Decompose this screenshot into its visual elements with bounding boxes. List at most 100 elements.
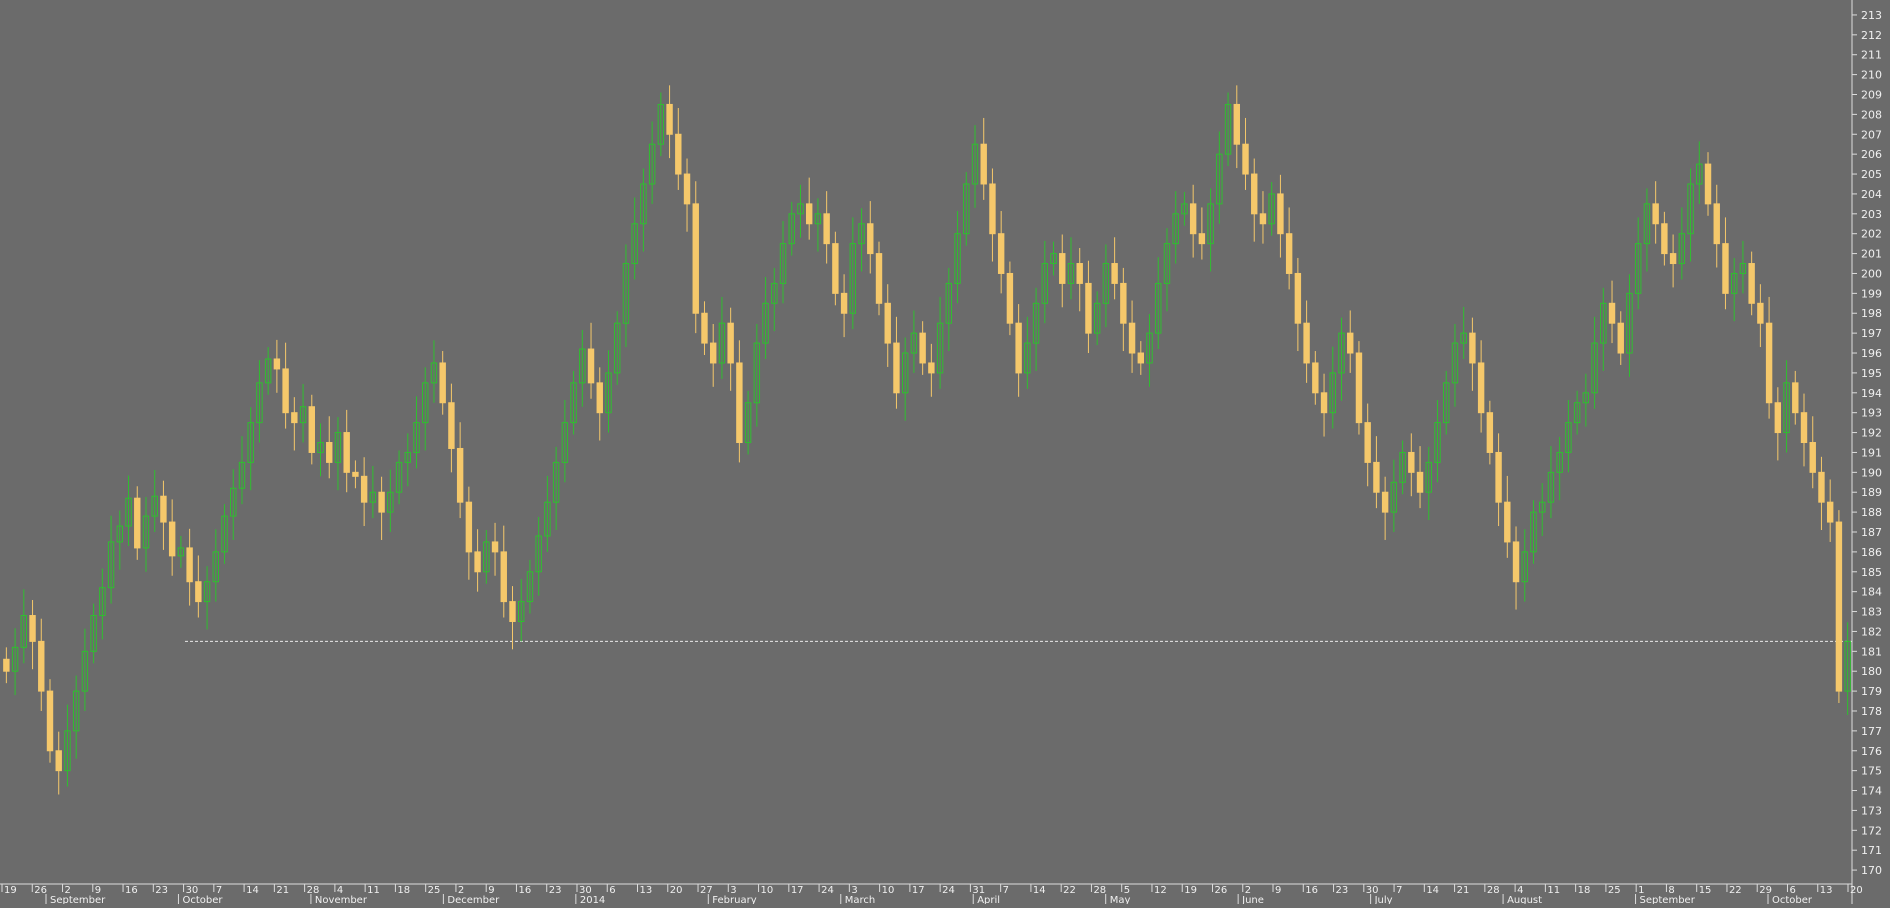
y-tick-label: 173 (1861, 804, 1882, 817)
y-tick-label: 180 (1861, 665, 1882, 678)
chart-canvas: 1701711721731741751761771781791801811821… (0, 0, 1890, 906)
candle-body-down (1704, 163, 1712, 205)
candle-body-down (168, 521, 176, 557)
candle-body-down (867, 223, 874, 255)
y-tick-label: 205 (1861, 168, 1882, 181)
y-tick-label: 193 (1861, 407, 1882, 420)
x-tick-label: 25 (1608, 885, 1621, 896)
candle-body-down (1835, 521, 1843, 692)
candle-body-down (308, 406, 315, 453)
month-label: December (447, 895, 500, 904)
candle-body-down (282, 368, 289, 414)
candle-body-down (491, 541, 499, 553)
candle-body-down (291, 412, 298, 424)
candle-body-down (980, 143, 987, 185)
month-label: July (1374, 895, 1393, 904)
candle-body-down (1495, 451, 1502, 503)
y-tick-label: 187 (1861, 526, 1882, 539)
y-tick-label: 172 (1861, 824, 1882, 837)
y-tick-label: 190 (1861, 466, 1882, 479)
x-tick-label: 19 (4, 885, 17, 896)
candle-body-down (1774, 402, 1782, 434)
candle-body-down (1617, 322, 1624, 354)
x-tick-label: 6 (609, 885, 615, 896)
candle-body-down (186, 547, 193, 583)
candle-body-down (928, 362, 935, 374)
candle-body-down (1713, 203, 1720, 245)
candle-body-down (1469, 332, 1476, 364)
candle-body-down (1477, 362, 1485, 414)
candle-body-down (343, 432, 350, 473)
x-tick-label: 11 (1547, 885, 1560, 896)
y-tick-label: 188 (1861, 506, 1882, 519)
candle-body-down (474, 551, 481, 573)
y-tick-label: 203 (1861, 208, 1882, 221)
x-tick-label: 18 (1578, 885, 1591, 896)
candle-body-down (55, 750, 62, 772)
x-tick-label: 23 (1336, 885, 1349, 896)
candle-body-down (352, 471, 359, 477)
y-tick-label: 186 (1861, 546, 1882, 559)
y-tick-label: 196 (1861, 347, 1882, 360)
candle-body-down (1347, 332, 1354, 354)
candle-body-down (727, 322, 734, 364)
x-tick-label: 14 (1426, 885, 1439, 896)
candle-body-down (134, 497, 141, 549)
candle-body-down (1189, 203, 1197, 235)
x-tick-label: 24 (821, 885, 834, 896)
candle-body-down (1408, 451, 1415, 473)
y-tick-label: 184 (1861, 586, 1882, 599)
month-label: October (1772, 895, 1813, 904)
candle-body-down (1303, 322, 1310, 364)
candle-body-down (1364, 422, 1371, 463)
candle-body-down (1312, 362, 1319, 394)
month-label: September (1640, 895, 1696, 904)
x-tick-label: 21 (276, 885, 289, 896)
x-tick-label: 13 (640, 885, 653, 896)
x-tick-label: 13 (1820, 885, 1833, 896)
x-tick-label: 17 (912, 885, 925, 896)
y-tick-label: 189 (1861, 486, 1882, 499)
candle-body-down (1818, 471, 1825, 503)
y-tick-label: 179 (1861, 685, 1882, 698)
month-label: October (182, 895, 223, 904)
candlestick-chart: 170 171 172 173 174 175 176 177 178 179 180 181 182 1… (0, 0, 1890, 906)
x-tick-label: 7 (1003, 885, 1009, 896)
y-tick-label: 204 (1861, 188, 1882, 201)
x-tick-label: 14 (1033, 885, 1046, 896)
candle-body-down (893, 342, 900, 394)
candle-body-down (884, 302, 891, 344)
month-label: June (1241, 895, 1264, 904)
x-tick-label: 14 (246, 885, 259, 896)
x-tick-label: 20 (670, 885, 683, 896)
y-tick-label: 183 (1861, 606, 1882, 619)
candle-body-down (448, 402, 455, 449)
candle-body-down (46, 690, 54, 752)
x-tick-label: 12 (1154, 885, 1167, 896)
candle-body-down (989, 183, 996, 235)
x-tick-label: 26 (34, 885, 47, 896)
y-tick-label: 210 (1861, 69, 1882, 82)
candle-body-down (709, 342, 717, 364)
y-tick-label: 211 (1861, 49, 1882, 62)
candle-body-down (1652, 203, 1659, 225)
candle-body-down (1242, 143, 1249, 175)
x-tick-label: 10 (761, 885, 774, 896)
month-label: September (50, 895, 106, 904)
candle-body-down (1748, 263, 1755, 304)
candle-body-down (1233, 103, 1240, 145)
candle-body-down (1355, 352, 1363, 424)
y-tick-label: 197 (1861, 327, 1882, 340)
candle-body-down (1381, 491, 1389, 513)
y-tick-label: 195 (1861, 367, 1882, 380)
y-tick-label: 170 (1861, 864, 1882, 877)
candle-body-down (509, 601, 516, 622)
candle-body-down (1826, 501, 1834, 523)
x-tick-label: 18 (397, 885, 410, 896)
y-tick-label: 191 (1861, 446, 1882, 459)
x-tick-label: 16 (518, 885, 531, 896)
month-label: March (845, 895, 875, 904)
month-label: August (1507, 895, 1542, 904)
candle-body-down (1416, 471, 1424, 493)
candle-body-down (160, 495, 167, 523)
